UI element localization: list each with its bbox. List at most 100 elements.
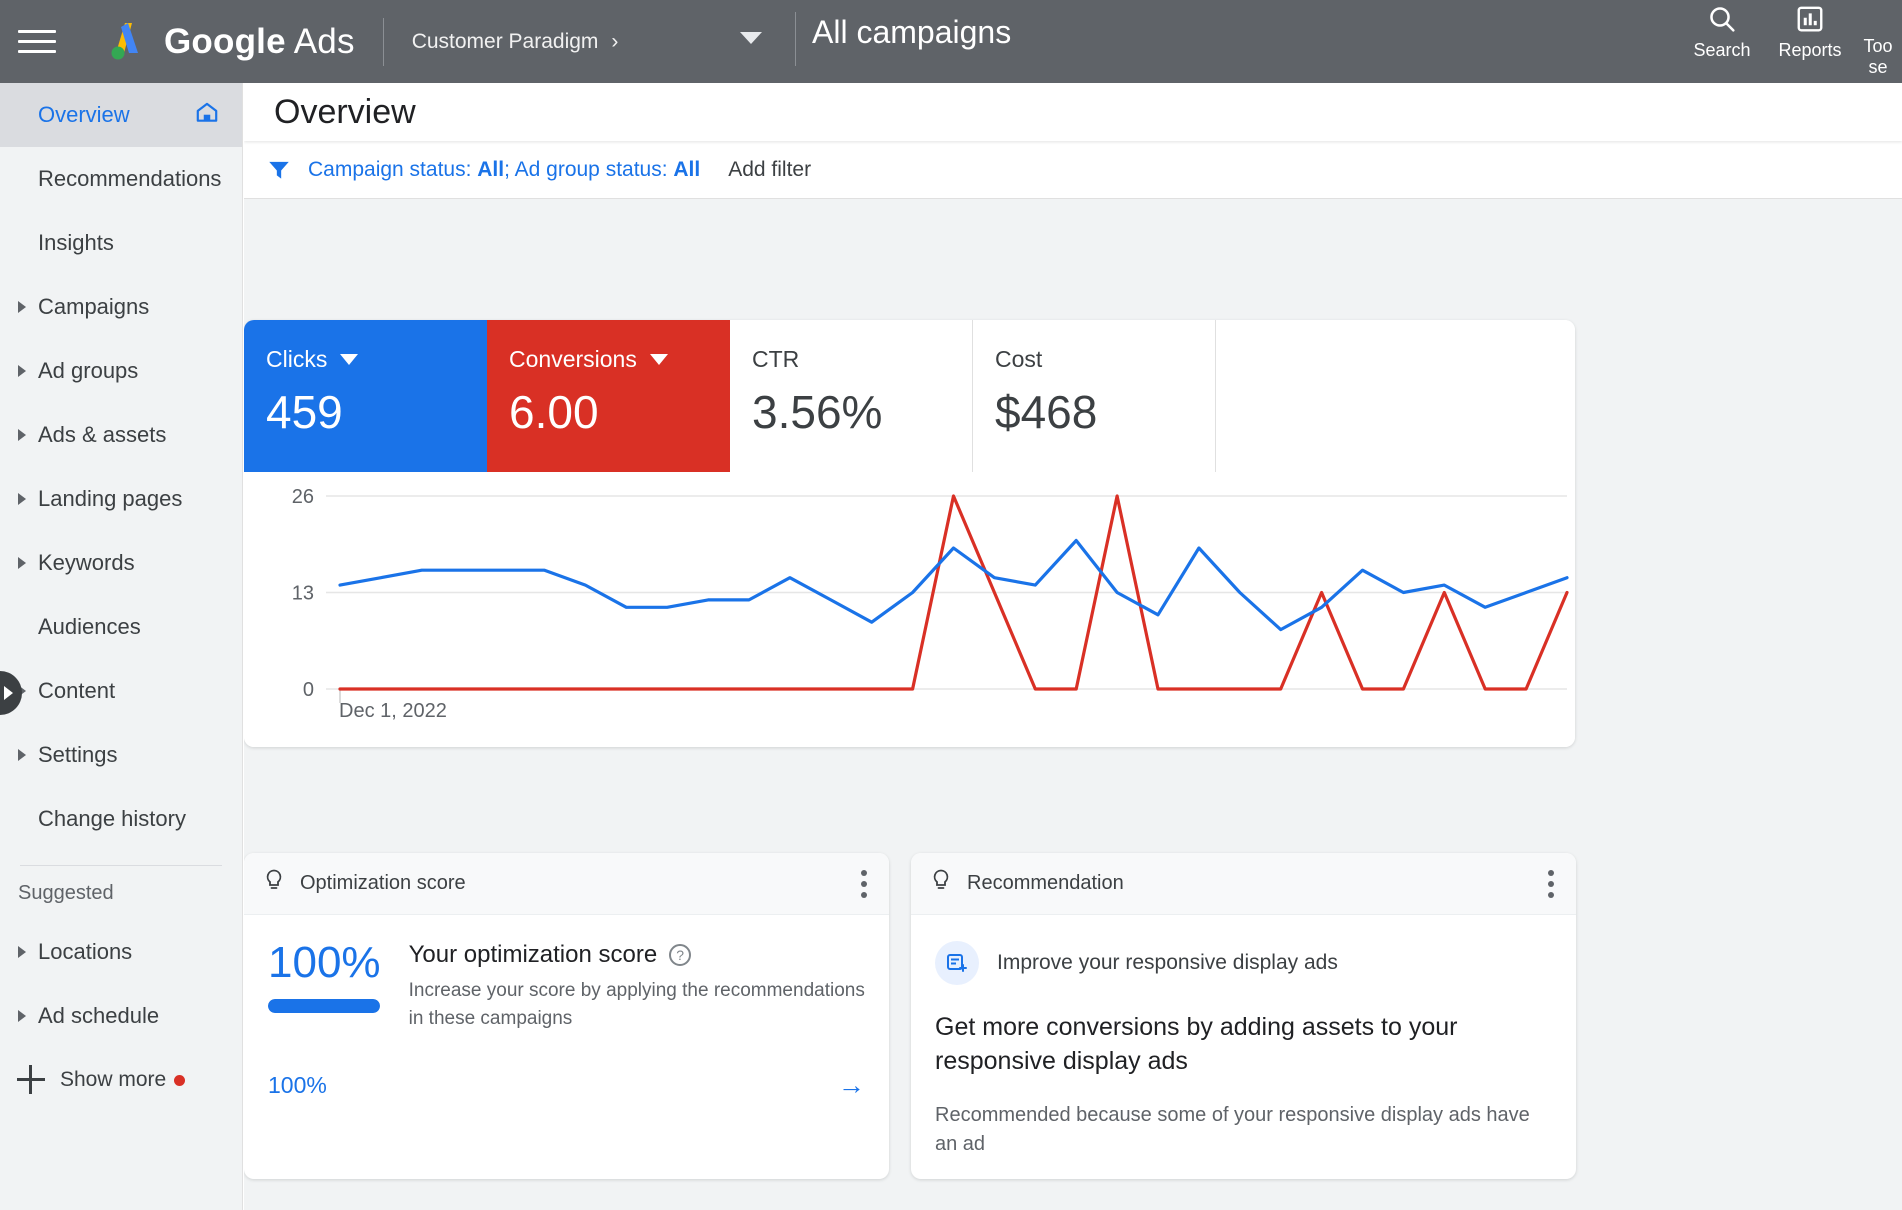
page-header: Overview bbox=[244, 83, 1902, 141]
kebab-menu-icon[interactable] bbox=[1548, 870, 1554, 898]
arrow-right-icon[interactable]: → bbox=[838, 1070, 865, 1101]
sidebar-item-label: Settings bbox=[38, 742, 118, 768]
chevron-down-icon[interactable] bbox=[740, 32, 762, 44]
scorecard-label-row: Clicks bbox=[266, 346, 487, 373]
optimization-score-card: Optimization score 100% Your optimizatio… bbox=[244, 853, 889, 1179]
filter-value-campaign: All bbox=[477, 158, 504, 181]
sidebar-item-label: Ads & assets bbox=[38, 422, 166, 448]
sidebar-item-insights[interactable]: Insights bbox=[0, 211, 242, 275]
scorecard-value: 459 bbox=[266, 385, 487, 439]
sidebar-item-label: Campaigns bbox=[38, 294, 149, 320]
filter-funnel-icon[interactable] bbox=[250, 157, 308, 183]
sidebar-item-label: Landing pages bbox=[38, 486, 182, 512]
sidebar-item-locations[interactable]: Locations bbox=[0, 920, 242, 984]
lightbulb-icon bbox=[262, 868, 286, 899]
score-footer: 100% → bbox=[268, 1070, 865, 1101]
chart-x-start-label: Dec 1, 2022 bbox=[339, 700, 447, 723]
sidebar-item-audiences[interactable]: Audiences bbox=[0, 595, 242, 659]
expand-arrow-icon bbox=[18, 429, 26, 441]
status-filter-chip[interactable]: Campaign status: All; Ad group status: A… bbox=[308, 158, 700, 182]
top-app-bar: Google Ads Customer Paradigm › All campa… bbox=[0, 0, 1902, 83]
performance-card: Clicks 459 Conversions 6.00 CTR 3.56% bbox=[244, 320, 1575, 747]
tools-label-line2: se bbox=[1868, 57, 1887, 78]
sidebar-item-label: Audiences bbox=[38, 614, 141, 640]
sidebar-item-campaigns[interactable]: Campaigns bbox=[0, 275, 242, 339]
kebab-menu-icon[interactable] bbox=[861, 870, 867, 898]
filter-separator: ; bbox=[504, 158, 515, 181]
sidebar-item-keywords[interactable]: Keywords bbox=[0, 531, 242, 595]
score-heading: Your optimization score ? bbox=[409, 941, 865, 969]
scorecard-label-row: Cost bbox=[995, 346, 1215, 373]
sidebar-item-recommendations[interactable]: Recommendations bbox=[0, 147, 242, 211]
expand-arrow-icon bbox=[18, 749, 26, 761]
account-breadcrumb[interactable]: Customer Paradigm › bbox=[412, 30, 619, 54]
sidebar-item-label: Keywords bbox=[38, 550, 135, 576]
sidebar-item-label: Ad groups bbox=[38, 358, 138, 384]
sidebar-item-label: Insights bbox=[38, 230, 114, 256]
reports-bar-chart-icon bbox=[1795, 2, 1825, 36]
divider bbox=[795, 12, 796, 66]
brand-title: Google Ads bbox=[164, 22, 355, 62]
sidebar-item-landing-pages[interactable]: Landing pages bbox=[0, 467, 242, 531]
scorecard-label-row: CTR bbox=[752, 346, 972, 373]
scorecard-label: Cost bbox=[995, 346, 1042, 373]
expand-arrow-icon bbox=[18, 557, 26, 569]
scorecard-label: CTR bbox=[752, 346, 799, 373]
brand-google: Google bbox=[164, 22, 286, 61]
add-filter-button[interactable]: Add filter bbox=[728, 158, 811, 182]
scorecard-cost[interactable]: Cost $468 bbox=[973, 320, 1216, 472]
expand-arrow-icon bbox=[18, 301, 26, 313]
chevron-right-icon bbox=[4, 686, 13, 700]
score-heading-text: Your optimization score bbox=[409, 941, 658, 969]
sidebar-item-ad-schedule[interactable]: Ad schedule bbox=[0, 984, 242, 1048]
score-progress-bar bbox=[268, 999, 380, 1013]
scorecard-strip: Clicks 459 Conversions 6.00 CTR 3.56% bbox=[244, 320, 1575, 472]
hamburger-menu-icon[interactable] bbox=[18, 23, 56, 61]
score-footer-percent[interactable]: 100% bbox=[268, 1072, 327, 1099]
scorecard-value: 6.00 bbox=[509, 385, 730, 439]
scorecard-value: $468 bbox=[995, 385, 1215, 439]
search-button[interactable]: Search bbox=[1678, 0, 1766, 61]
scorecard-conversions[interactable]: Conversions 6.00 bbox=[487, 320, 730, 472]
filter-prefix-campaign: Campaign status: bbox=[308, 158, 477, 181]
expand-arrow-icon bbox=[18, 493, 26, 505]
reports-button[interactable]: Reports bbox=[1766, 0, 1854, 61]
brand-ads: Ads bbox=[294, 22, 355, 61]
expand-arrow-icon bbox=[18, 946, 26, 958]
scorecard-clicks[interactable]: Clicks 459 bbox=[244, 320, 487, 472]
show-more-button[interactable]: Show more bbox=[0, 1048, 242, 1112]
score-block: 100% bbox=[268, 941, 383, 1032]
card-title: Recommendation bbox=[967, 872, 1124, 895]
chevron-down-icon[interactable] bbox=[340, 354, 358, 365]
sidebar-item-change-history[interactable]: Change history bbox=[0, 787, 242, 851]
sidebar-item-label: Content bbox=[38, 678, 115, 704]
sidebar-item-label: Recommendations bbox=[38, 166, 221, 192]
search-icon bbox=[1706, 2, 1738, 36]
score-text-block: Your optimization score ? Increase your … bbox=[409, 941, 865, 1032]
sidebar-item-label: Overview bbox=[38, 102, 130, 128]
sidebar-item-ads-and-assets[interactable]: Ads & assets bbox=[0, 403, 242, 467]
card-body: Improve your responsive display ads Get … bbox=[911, 915, 1576, 1179]
search-label: Search bbox=[1693, 40, 1750, 61]
plus-icon bbox=[14, 1063, 48, 1097]
recommendation-reason: Recommended because some of your respons… bbox=[935, 1101, 1545, 1159]
filter-bar: Campaign status: All; Ad group status: A… bbox=[244, 141, 1902, 199]
performance-line-chart[interactable]: 01326 Dec 1, 2022 bbox=[244, 472, 1575, 747]
optimization-score-value: 100% bbox=[268, 941, 383, 985]
new-items-dot-icon bbox=[174, 1075, 185, 1086]
scope-title: All campaigns bbox=[812, 14, 1011, 51]
sidebar-item-content[interactable]: Content bbox=[0, 659, 242, 723]
tools-and-settings-button[interactable]: Too se bbox=[1854, 0, 1902, 78]
sidebar-item-settings[interactable]: Settings bbox=[0, 723, 242, 787]
scorecard-empty-slot bbox=[1216, 320, 1575, 472]
show-more-label: Show more bbox=[60, 1068, 166, 1092]
sidebar-item-label: Ad schedule bbox=[38, 1003, 159, 1029]
svg-text:13: 13 bbox=[292, 583, 314, 605]
help-question-icon[interactable]: ? bbox=[669, 944, 691, 966]
home-icon bbox=[194, 99, 220, 131]
sidebar-item-overview[interactable]: Overview bbox=[0, 83, 242, 147]
chevron-down-icon[interactable] bbox=[650, 354, 668, 365]
sidebar-item-ad-groups[interactable]: Ad groups bbox=[0, 339, 242, 403]
scorecard-ctr[interactable]: CTR 3.56% bbox=[730, 320, 973, 472]
lightbulb-icon bbox=[929, 868, 953, 899]
